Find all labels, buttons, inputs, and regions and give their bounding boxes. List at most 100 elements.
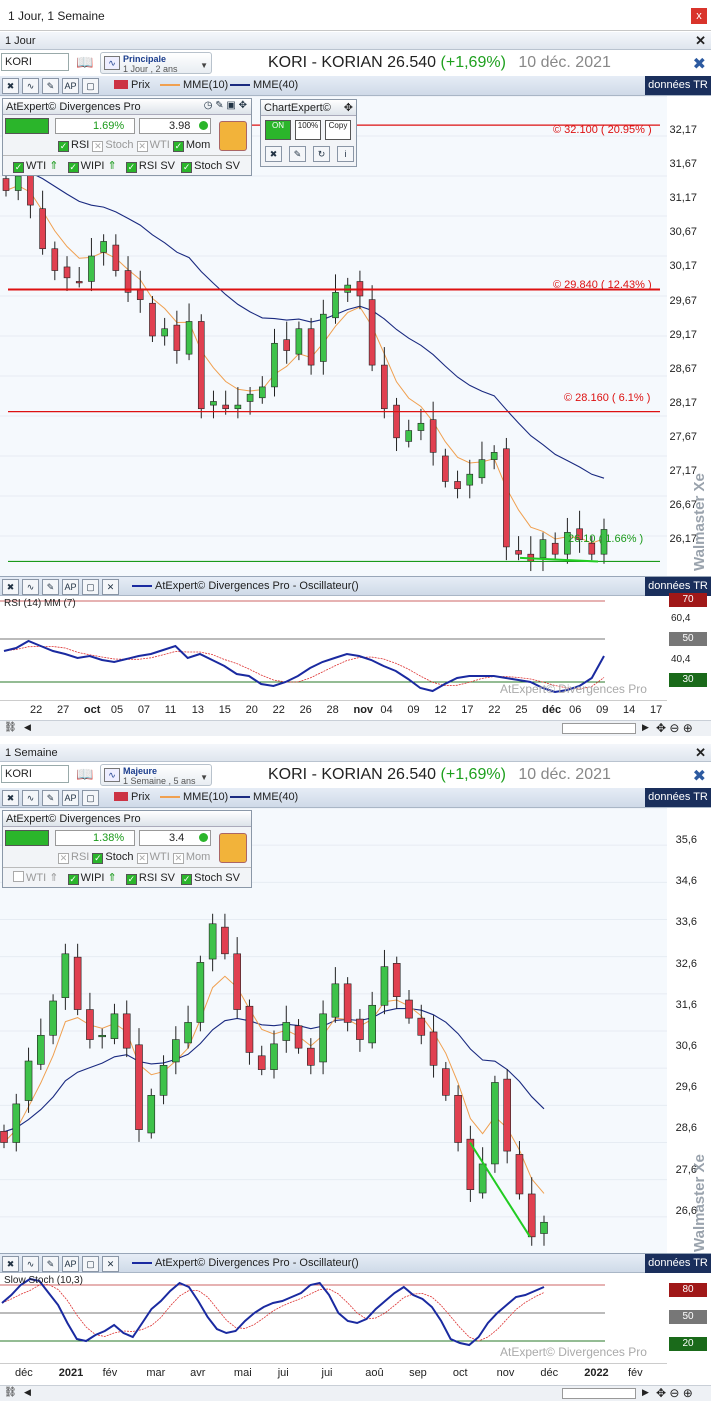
indicator-icon[interactable]: ∿ [22, 579, 39, 595]
check-stoch-sv[interactable]: ✓ Stoch SV [181, 160, 240, 173]
nwe-indicator-icon[interactable] [5, 830, 49, 846]
x-tick-label: 17 [650, 704, 663, 716]
preset-selector[interactable]: ∿ Majeure 1 Semaine , 5 ans ▼ [100, 764, 212, 786]
ap-icon[interactable]: AP [62, 790, 79, 806]
pencil-icon[interactable]: ✎ [42, 1256, 59, 1272]
rsi-oscillator[interactable]: RSI (14) MM (7) AtExpert© Divergences Pr… [0, 596, 667, 700]
check-stoch[interactable]: ✕ Stoch [92, 139, 134, 152]
candle-body [393, 404, 400, 439]
check-rsi[interactable]: ✓ RSI [58, 139, 89, 152]
check-stoch[interactable]: ✓ Stoch [92, 851, 134, 864]
tools-icon[interactable]: ✖ [2, 78, 19, 94]
candle-body [185, 321, 193, 355]
check-wti-2[interactable]: ✓ WTI ⇑ [13, 160, 58, 173]
wrench-icon[interactable]: ✖ [265, 146, 282, 162]
check-wti[interactable]: ✕ WTI [136, 139, 170, 152]
scroll-left-icon[interactable]: ◀ [24, 1387, 31, 1398]
candle-body [112, 244, 120, 271]
scroll-right-icon[interactable]: ▶ [642, 1387, 649, 1398]
check-wipi[interactable]: ✓ WIPI ⇑ [67, 160, 117, 173]
link-icon[interactable]: ⛓ [4, 1387, 17, 1398]
check-rsi-sv[interactable]: ✓ RSI SV [125, 160, 175, 173]
nwe-indicator-icon[interactable] [5, 118, 49, 134]
ap-icon[interactable]: AP [62, 78, 79, 94]
preset-chart-icon: ∿ [104, 56, 120, 70]
window-icon[interactable]: ▢ [82, 1256, 99, 1272]
chartexpert-title: ChartExpert© ✥ [261, 100, 356, 116]
mme10-line [3, 975, 545, 1194]
x-tick-label: 26 [299, 704, 312, 716]
candle-body [307, 1047, 315, 1066]
check-wti[interactable]: ✕ WTI [136, 851, 170, 864]
pane-close-icon[interactable]: ✕ [695, 745, 706, 761]
brush-icon[interactable]: ✎ [289, 146, 306, 162]
tools-icon[interactable]: ✖ [693, 766, 706, 786]
panel-tools-icon[interactable]: ◷ ✎ ▣ ✥ [204, 100, 247, 111]
scroll-thumb[interactable] [562, 1388, 636, 1399]
pencil-icon[interactable]: ✎ [42, 579, 59, 595]
candle-body [63, 266, 71, 279]
check-mom[interactable]: ✓ Mom [172, 139, 210, 152]
tools-icon[interactable]: ✖ [2, 1256, 19, 1272]
pencil-icon[interactable]: ✎ [42, 78, 59, 94]
on-button[interactable]: ON [265, 120, 291, 140]
y-axis-daily: 32,17 31,67 31,17 30,67 30,17 29,67 29,17 28,67… [667, 96, 711, 576]
oscillator-toolbar-daily: ✖ ∿ ✎ AP ▢ ✕ AtExpert© Divergences Pro -… [0, 576, 711, 596]
check-mom[interactable]: ✕ Mom [172, 851, 210, 864]
book-icon[interactable]: 📖 [74, 766, 96, 783]
scroll-left-icon[interactable]: ◀ [24, 722, 31, 733]
ap-icon[interactable]: AP [62, 1256, 79, 1272]
check-wti-2[interactable]: WTI ⇑ [13, 871, 58, 884]
oscillator-legend: AtExpert© Divergences Pro - Oscillateur(… [132, 580, 359, 592]
check-rsi-sv[interactable]: ✓ RSI SV [125, 872, 175, 885]
link-icon[interactable]: ⛓ [4, 722, 17, 733]
window-icon[interactable]: ▢ [82, 790, 99, 806]
close-icon[interactable]: ✕ [102, 1256, 119, 1272]
pane-close-icon[interactable]: ✕ [695, 33, 706, 49]
check-wipi[interactable]: ✓ WIPI ⇑ [67, 872, 117, 885]
preset-selector[interactable]: ∿ Principale 1 Jour , 2 ans ▼ [100, 52, 212, 74]
close-icon[interactable]: ✕ [102, 579, 119, 595]
book-icon[interactable]: 📖 [74, 54, 96, 71]
window-icon[interactable]: ▢ [82, 78, 99, 94]
chart-header-weekly: KORI 📖 ∿ Majeure 1 Semaine , 5 ans ▼ KOR… [0, 762, 711, 788]
pencil-icon[interactable]: ✎ [42, 790, 59, 806]
x-tick-label: 17 [461, 704, 474, 716]
scroll-right-icon[interactable]: ▶ [642, 722, 649, 733]
pan-icon[interactable]: ✥ ⊖ ⊕ [656, 1386, 693, 1400]
stoch-oscillator[interactable]: Slow Stoch (10,3) AtExpert© Divergences … [0, 1273, 667, 1363]
legend-swatch [160, 84, 180, 87]
scrollbar-daily[interactable]: ⛓ ◀ ▶ ✥ ⊖ ⊕ [0, 720, 711, 736]
indicator-icon[interactable]: ∿ [22, 78, 39, 94]
x-tick-label: jui [321, 1367, 333, 1379]
x-tick-label: 28 [326, 704, 339, 716]
refresh-icon[interactable]: ↻ [313, 146, 330, 162]
pan-icon[interactable]: ✥ ⊖ ⊕ [656, 721, 693, 735]
candle-body [539, 539, 547, 559]
check-stoch-sv[interactable]: ✓ Stoch SV [181, 872, 240, 885]
check-rsi[interactable]: ✕ RSI [58, 851, 89, 864]
scroll-thumb[interactable] [562, 723, 636, 734]
window-close-button[interactable]: x [691, 8, 707, 24]
oscillator-legend: AtExpert© Divergences Pro - Oscillateur(… [132, 1257, 359, 1269]
indicator-icon[interactable]: ∿ [22, 1256, 39, 1272]
tools-icon[interactable]: ✖ [693, 54, 706, 74]
tools-icon[interactable]: ✖ [2, 790, 19, 806]
info-icon[interactable]: i [337, 146, 354, 162]
pane-title-bar-daily: 1 Jour ✕ [0, 32, 711, 50]
donnees-tr-badge: données TR [645, 76, 711, 95]
symbol-input[interactable]: KORI [1, 53, 69, 71]
ap-icon[interactable]: AP [62, 579, 79, 595]
zoom-100-button[interactable]: 100% [295, 120, 321, 140]
tools-icon[interactable]: ✖ [2, 579, 19, 595]
window-icon[interactable]: ▢ [82, 579, 99, 595]
scrollbar-weekly[interactable]: ⛓ ◀ ▶ ✥ ⊖ ⊕ [0, 1385, 711, 1401]
copy-button[interactable]: Copy [325, 120, 351, 140]
quote-line: KORI - KORIAN 26.540 (+1,69%) 10 déc. 20… [268, 54, 611, 72]
indicator-icon[interactable]: ∿ [22, 790, 39, 806]
move-icon[interactable]: ✥ [344, 101, 353, 114]
symbol-input[interactable]: KORI [1, 765, 69, 783]
legend-mme40: MME(40) [230, 79, 298, 91]
y-tick-label: 31,6 [675, 998, 697, 1011]
candle-body [454, 481, 461, 490]
